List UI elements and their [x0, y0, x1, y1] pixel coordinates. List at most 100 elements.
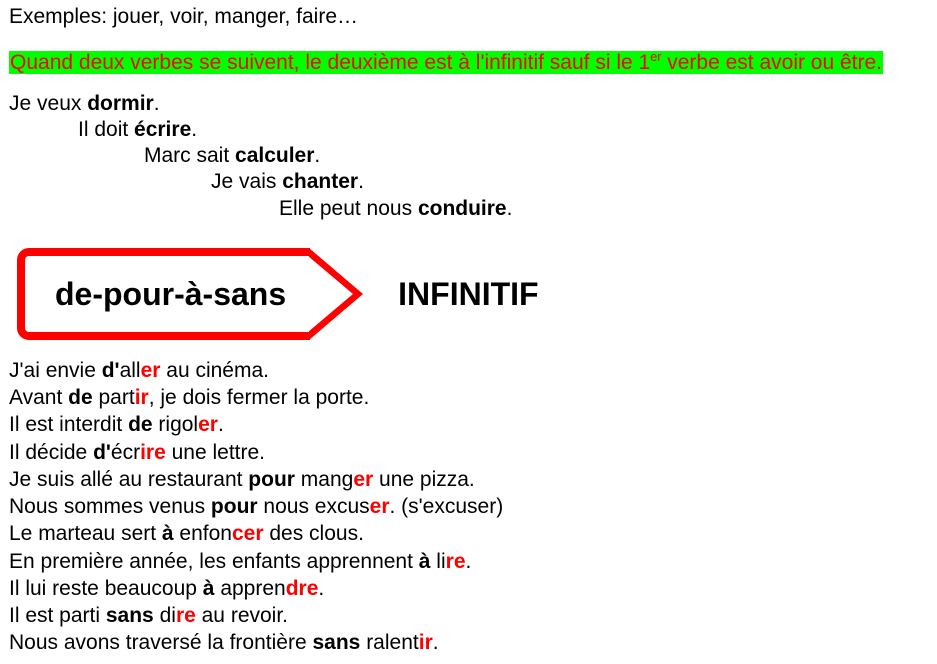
- stagger-line-4: Je vais chanter.: [9, 169, 928, 195]
- ex8b: à: [419, 550, 431, 573]
- stagger-1a: Je veux: [9, 92, 87, 115]
- ex6d: er: [370, 495, 390, 518]
- ex-line-2: Avant de partir, je dois fermer la porte…: [9, 385, 928, 411]
- stagger-1c: .: [154, 92, 160, 115]
- ex1e: au cinéma.: [160, 359, 269, 382]
- rule-super: er: [650, 50, 661, 64]
- ex11e: .: [433, 631, 439, 654]
- ex4c: écr: [111, 441, 140, 464]
- ex-line-9: Il lui reste beaucoup à apprendre.: [9, 576, 928, 602]
- ex-line-6: Nous sommes venus pour nous excuser. (s'…: [9, 494, 928, 520]
- ex9c: appren: [214, 577, 285, 600]
- stagger-4a: Je vais: [211, 170, 282, 193]
- stagger-block: Je veux dormir. Il doit écrire. Marc sai…: [9, 91, 928, 222]
- ex-line-8: En première année, les enfants apprennen…: [9, 549, 928, 575]
- ex3d: er: [198, 413, 218, 436]
- stagger-3b: calculer: [235, 144, 314, 167]
- stagger-1b: dormir: [87, 92, 154, 115]
- stagger-5b: conduire: [418, 197, 507, 220]
- ex9e: .: [318, 577, 324, 600]
- rule-highlight: Quand deux verbes se suivent, le deuxièm…: [9, 51, 883, 74]
- ex1d: er: [141, 359, 161, 382]
- ex10b: sans: [106, 604, 154, 627]
- ex2b: de: [68, 386, 93, 409]
- stagger-line-1: Je veux dormir.: [9, 91, 928, 117]
- ex10c: di: [154, 604, 176, 627]
- ex10d: re: [176, 604, 196, 627]
- rule-part1: Quand deux verbes se suivent, le deuxièm…: [10, 51, 650, 74]
- ex8d: re: [446, 550, 466, 573]
- ex4a: Il décide: [9, 441, 93, 464]
- ex5b: pour: [248, 468, 295, 491]
- ex11a: Nous avons traversé la frontière: [9, 631, 312, 654]
- stagger-3c: .: [314, 144, 320, 167]
- ex7d: cer: [232, 522, 264, 545]
- arrow-label: INFINITIF: [398, 274, 538, 314]
- ex-line-4: Il décide d'écrire une lettre.: [9, 440, 928, 466]
- ex6c: nous excus: [258, 495, 370, 518]
- ex3e: .: [218, 413, 224, 436]
- ex9b: à: [203, 577, 215, 600]
- ex-line-3: Il est interdit de rigoler.: [9, 412, 928, 438]
- stagger-2a: Il doit: [78, 118, 134, 141]
- ex-line-11: Nous avons traversé la frontière sans ra…: [9, 630, 928, 656]
- ex7c: enfon: [174, 522, 232, 545]
- ex5a: Je suis allé au restaurant: [9, 468, 248, 491]
- ex11d: ir: [419, 631, 433, 654]
- stagger-2b: écrire: [134, 118, 191, 141]
- ex10a: Il est parti: [9, 604, 106, 627]
- ex6a: Nous sommes venus: [9, 495, 211, 518]
- stagger-4b: chanter: [282, 170, 358, 193]
- arrow-text: de-pour-à-sans: [55, 274, 286, 314]
- arrow-body: de-pour-à-sans: [17, 248, 310, 340]
- intro-text: Exemples: jouer, voir, manger, faire…: [9, 5, 358, 28]
- ex5e: une pizza.: [373, 468, 475, 491]
- ex8e: .: [466, 550, 472, 573]
- example-block: J'ai envie d'aller au cinéma. Avant de p…: [9, 358, 928, 657]
- rule-block: Quand deux verbes se suivent, le deuxièm…: [9, 50, 928, 76]
- ex5c: mang: [295, 468, 353, 491]
- ex2d: ir: [135, 386, 149, 409]
- ex4d: ire: [140, 441, 166, 464]
- ex6e: . (s'excuser): [390, 495, 504, 518]
- ex1c: all: [120, 359, 141, 382]
- ex7b: à: [162, 522, 174, 545]
- ex-line-5: Je suis allé au restaurant pour manger u…: [9, 467, 928, 493]
- ex2a: Avant: [9, 386, 68, 409]
- stagger-line-2: Il doit écrire.: [9, 117, 928, 143]
- ex4b: d': [93, 441, 111, 464]
- ex3b: de: [128, 413, 153, 436]
- stagger-3a: Marc sait: [144, 144, 235, 167]
- stagger-4c: .: [358, 170, 364, 193]
- ex8a: En première année, les enfants apprennen…: [9, 550, 419, 573]
- arrow-shape: de-pour-à-sans: [17, 248, 364, 340]
- arrow-row: de-pour-à-sans INFINITIF: [9, 248, 928, 340]
- stagger-5a: Elle peut nous: [279, 197, 418, 220]
- stagger-2c: .: [191, 118, 197, 141]
- ex5d: er: [353, 468, 373, 491]
- ex3a: Il est interdit: [9, 413, 128, 436]
- intro-examples: Exemples: jouer, voir, manger, faire…: [9, 4, 928, 30]
- stagger-5c: .: [507, 197, 513, 220]
- ex6b: pour: [211, 495, 258, 518]
- ex8c: li: [430, 550, 445, 573]
- ex4e: une lettre.: [166, 441, 265, 464]
- ex11b: sans: [312, 631, 360, 654]
- ex10e: au revoir.: [196, 604, 288, 627]
- ex3c: rigol: [153, 413, 199, 436]
- ex-line-10: Il est parti sans dire au revoir.: [9, 603, 928, 629]
- stagger-line-5: Elle peut nous conduire.: [9, 196, 928, 222]
- ex1b: d': [102, 359, 120, 382]
- ex7e: des clous.: [264, 522, 364, 545]
- ex1a: J'ai envie: [9, 359, 102, 382]
- ex9d: dre: [286, 577, 319, 600]
- rule-part2: verbe est avoir ou être.: [661, 51, 882, 74]
- ex9a: Il lui reste beaucoup: [9, 577, 203, 600]
- ex11c: ralent: [360, 631, 418, 654]
- stagger-line-3: Marc sait calculer.: [9, 143, 928, 169]
- ex2c: part: [93, 386, 135, 409]
- ex-line-7: Le marteau sert à enfoncer des clous.: [9, 521, 928, 547]
- ex7a: Le marteau sert: [9, 522, 162, 545]
- ex-line-1: J'ai envie d'aller au cinéma.: [9, 358, 928, 384]
- ex2e: , je dois fermer la porte.: [149, 386, 370, 409]
